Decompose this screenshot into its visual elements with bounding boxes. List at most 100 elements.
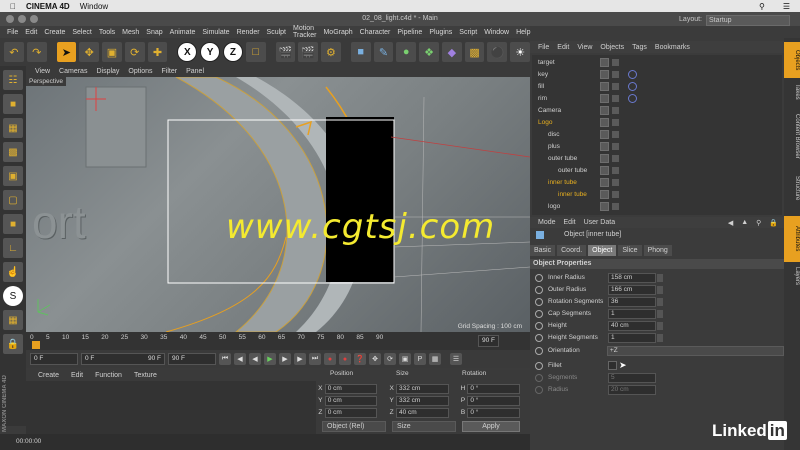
- render-settings-icon[interactable]: ⚙: [321, 42, 341, 62]
- next-frame-icon[interactable]: ▶: [279, 353, 291, 365]
- animate-dot[interactable]: [535, 273, 543, 282]
- visibility-toggle[interactable]: [600, 106, 609, 115]
- x-axis-lock-button[interactable]: X: [177, 42, 198, 62]
- cap-segments-field[interactable]: 1: [608, 308, 656, 319]
- minimize-window-button[interactable]: [18, 15, 26, 23]
- inner-radius-field[interactable]: 158 cm: [608, 272, 656, 283]
- menu-create[interactable]: Create: [44, 29, 65, 36]
- end-frame-field[interactable]: 90 F: [478, 335, 500, 347]
- axis-mode-icon[interactable]: ∟: [3, 238, 23, 258]
- animate-dot[interactable]: [535, 297, 543, 306]
- live-select-icon[interactable]: ✚: [147, 42, 168, 62]
- undo-icon[interactable]: ↶: [4, 42, 24, 62]
- rotate-icon[interactable]: ⟳: [124, 42, 145, 62]
- tab-phong[interactable]: Phong: [643, 245, 672, 256]
- objects-menu-tags[interactable]: Tags: [632, 44, 647, 51]
- fillet-radius-field[interactable]: 20 cm: [608, 384, 656, 395]
- stepper[interactable]: [657, 333, 663, 342]
- apply-button[interactable]: Apply: [462, 421, 520, 432]
- object-row[interactable]: fill: [532, 81, 782, 92]
- search-icon[interactable]: ⚲: [756, 219, 761, 227]
- menu-pipeline[interactable]: Pipeline: [397, 29, 422, 36]
- menu-simulate[interactable]: Simulate: [202, 29, 229, 36]
- vtab-objects[interactable]: Objects: [784, 42, 800, 78]
- current-frame-field[interactable]: 0 F: [30, 353, 78, 365]
- enable-toggle[interactable]: [612, 179, 619, 186]
- objects-menu-edit[interactable]: Edit: [557, 44, 569, 51]
- menu-help[interactable]: Help: [516, 29, 530, 36]
- animate-dot[interactable]: [535, 346, 543, 355]
- autokey-icon[interactable]: ●: [339, 353, 351, 365]
- visibility-toggle[interactable]: [600, 130, 609, 139]
- model-mode-icon[interactable]: ■: [3, 94, 23, 114]
- object-row[interactable]: target: [532, 57, 782, 68]
- rotation-key-icon[interactable]: ⟳: [384, 353, 396, 365]
- texture-mode-icon[interactable]: ▦: [3, 118, 23, 138]
- 3d-viewport[interactable]: Perspective ort www.cgtsj.com Grid Spaci…: [26, 77, 530, 332]
- animate-dot[interactable]: [535, 333, 543, 342]
- menu-sculpt[interactable]: Sculpt: [267, 29, 286, 36]
- zoom-window-button[interactable]: [30, 15, 38, 23]
- object-row[interactable]: plus: [532, 141, 782, 152]
- menu-file[interactable]: File: [7, 29, 18, 36]
- play-icon[interactable]: ▶: [264, 353, 276, 365]
- rotation-b-field[interactable]: 0 °: [467, 407, 520, 418]
- material-menu-texture[interactable]: Texture: [134, 372, 157, 379]
- floor-icon[interactable]: ▩: [464, 42, 485, 62]
- go-to-start-icon[interactable]: ⏮: [219, 353, 231, 365]
- param-key-icon[interactable]: P: [414, 353, 426, 365]
- vtab-content-browser[interactable]: Content Browser: [784, 106, 800, 166]
- size-y-field[interactable]: 332 cm: [396, 395, 449, 406]
- prev-frame-icon[interactable]: ◀: [249, 353, 261, 365]
- deformer-icon[interactable]: ◆: [441, 42, 462, 62]
- array-icon[interactable]: ❖: [419, 42, 439, 62]
- viewport-menu-display[interactable]: Display: [96, 68, 119, 75]
- outer-radius-field[interactable]: 166 cm: [608, 284, 656, 295]
- keyframe-selection-icon[interactable]: ❓: [354, 353, 366, 365]
- light-icon[interactable]: ☀: [510, 42, 531, 62]
- menu-mograph[interactable]: MoGraph: [323, 29, 352, 36]
- viewport-menu-view[interactable]: View: [35, 68, 50, 75]
- select-arrow-icon[interactable]: ➤: [56, 42, 77, 62]
- objects-menu-file[interactable]: File: [538, 44, 549, 51]
- object-row[interactable]: outer tube: [532, 165, 782, 176]
- object-row[interactable]: logo: [532, 201, 782, 212]
- visibility-toggle[interactable]: [600, 94, 609, 103]
- attr-menu-mode[interactable]: Mode: [538, 219, 556, 226]
- render-view-icon[interactable]: 🎬: [275, 42, 296, 62]
- locked-workplane-icon[interactable]: 🔒: [3, 334, 23, 354]
- polygons-mode-icon[interactable]: ■: [3, 214, 23, 234]
- app-name[interactable]: CINEMA 4D: [26, 2, 70, 11]
- visibility-toggle[interactable]: [600, 70, 609, 79]
- edges-mode-icon[interactable]: ▢: [3, 190, 23, 210]
- search-icon[interactable]: ⚲: [759, 2, 765, 11]
- animate-dot[interactable]: [535, 321, 543, 330]
- workplane-lock-icon[interactable]: ▦: [3, 310, 23, 330]
- objects-menu-objects[interactable]: Objects: [600, 44, 624, 51]
- layout-dropdown[interactable]: Startup: [706, 14, 790, 26]
- range-slider[interactable]: 0 F 90 F: [81, 353, 165, 365]
- menu-edit[interactable]: Edit: [25, 29, 37, 36]
- move-key-icon[interactable]: ✥: [369, 353, 381, 365]
- camera-icon[interactable]: ⚫: [487, 42, 508, 62]
- y-axis-lock-button[interactable]: Y: [200, 42, 220, 62]
- go-to-end-icon[interactable]: ⏭: [309, 353, 321, 365]
- vtab-attributes[interactable]: Attributes: [784, 216, 800, 262]
- visibility-toggle[interactable]: [600, 154, 609, 163]
- visibility-toggle[interactable]: [600, 58, 609, 67]
- window-menu[interactable]: Window: [80, 2, 108, 11]
- animate-dot[interactable]: [535, 385, 543, 394]
- tab-basic[interactable]: Basic: [530, 245, 556, 256]
- stepper[interactable]: [657, 285, 663, 294]
- stepper[interactable]: [657, 309, 663, 318]
- z-axis-lock-button[interactable]: Z: [222, 42, 243, 62]
- scale-key-icon[interactable]: ▣: [399, 353, 411, 365]
- tweak-icon[interactable]: ☝: [3, 262, 23, 282]
- playhead[interactable]: [32, 341, 40, 349]
- timeline-window-icon[interactable]: ☰: [450, 353, 462, 365]
- position-y-field[interactable]: 0 cm: [324, 395, 378, 406]
- points-mode-icon[interactable]: ▣: [3, 166, 23, 186]
- snapping-icon[interactable]: S: [3, 286, 23, 306]
- attr-menu-edit[interactable]: Edit: [564, 219, 576, 226]
- visibility-toggle[interactable]: [600, 178, 609, 187]
